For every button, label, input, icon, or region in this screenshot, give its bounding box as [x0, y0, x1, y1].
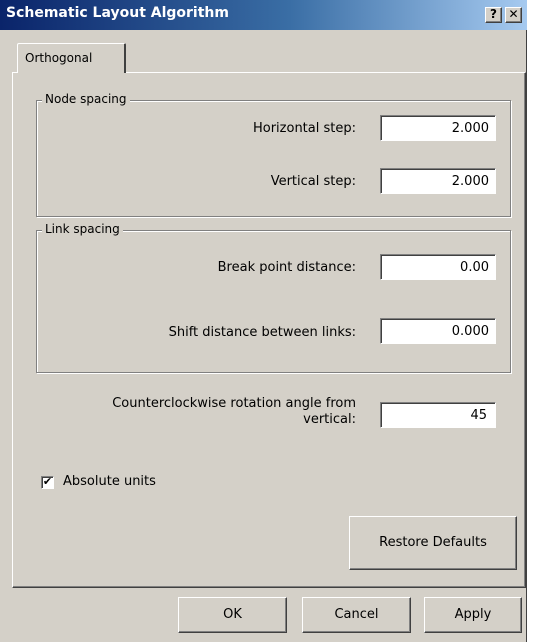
node-spacing-legend: Node spacing — [42, 92, 130, 106]
shift-distance-field[interactable] — [380, 318, 496, 344]
rotation-angle-field[interactable] — [380, 402, 496, 428]
vertical-step-label: Vertical step: — [270, 174, 356, 189]
rotation-angle-label-line1: Counterclockwise rotation angle from — [112, 396, 356, 411]
help-button[interactable]: ? — [485, 7, 502, 23]
apply-button[interactable]: Apply — [424, 597, 522, 633]
break-point-distance-input[interactable] — [381, 255, 495, 279]
tab-label: Orthogonal — [25, 51, 93, 65]
break-point-distance-label: Break point distance: — [217, 260, 356, 275]
break-point-distance-field[interactable] — [380, 254, 496, 280]
ok-button[interactable]: OK — [178, 597, 287, 633]
rotation-angle-label-line2: vertical: — [303, 412, 356, 427]
dialog-window: Schematic Layout Algorithm ? ✕ Orthogona… — [0, 0, 527, 642]
absolute-units-checkbox[interactable]: ✔ — [41, 476, 54, 489]
rotation-angle-input[interactable] — [381, 403, 495, 427]
vertical-step-input[interactable] — [381, 169, 495, 193]
close-icon[interactable]: ✕ — [505, 7, 522, 23]
shift-distance-input[interactable] — [381, 319, 495, 343]
vertical-step-field[interactable] — [380, 168, 496, 194]
tab-orthogonal[interactable]: Orthogonal — [17, 43, 126, 73]
cancel-button[interactable]: Cancel — [302, 597, 411, 633]
shift-distance-label: Shift distance between links: — [168, 325, 356, 340]
restore-defaults-button[interactable]: Restore Defaults — [349, 516, 517, 570]
horizontal-step-field[interactable] — [380, 115, 496, 141]
horizontal-step-label: Horizontal step: — [252, 121, 356, 136]
title-bar[interactable]: Schematic Layout Algorithm ? ✕ — [0, 0, 527, 30]
window-title: Schematic Layout Algorithm — [6, 5, 229, 21]
link-spacing-group: Link spacing — [36, 222, 511, 373]
absolute-units-label[interactable]: Absolute units — [63, 474, 156, 489]
link-spacing-legend: Link spacing — [42, 222, 123, 236]
horizontal-step-input[interactable] — [381, 116, 495, 140]
